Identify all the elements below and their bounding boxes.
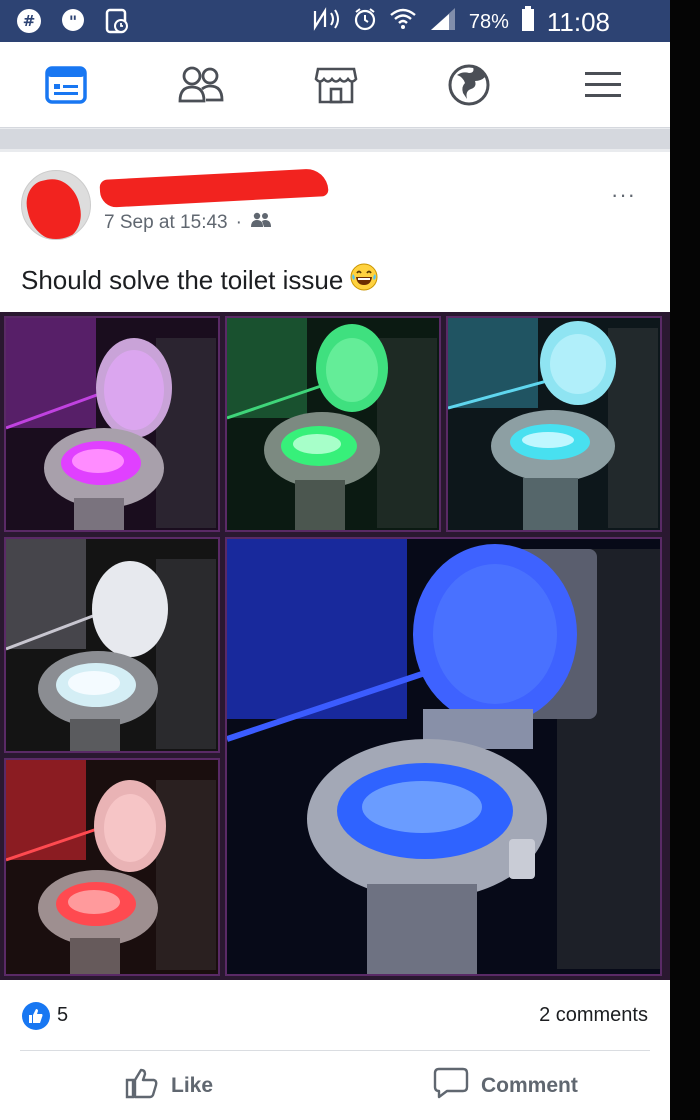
facebook-app: # " 78% 11:08 7 Sep at 15:43 · ··· Shoul… [0, 0, 670, 1120]
signal-icon [429, 6, 457, 38]
author-name-redacted[interactable] [99, 168, 329, 208]
alarm-icon [353, 7, 377, 37]
reaction-stats: 5 2 comments [0, 992, 670, 1042]
screen-edge [670, 0, 700, 1120]
status-bar: # " 78% 11:08 [0, 0, 670, 42]
avatar[interactable] [21, 170, 91, 240]
photo-white-toilet[interactable] [4, 537, 220, 753]
svg-text:": " [69, 12, 77, 31]
post-message: Should solve the toilet issue [21, 265, 344, 295]
photo-purple-toilet[interactable] [4, 316, 220, 532]
marketplace-icon[interactable] [313, 62, 359, 108]
comments-count[interactable]: 2 comments [539, 1004, 648, 1027]
top-navigation [0, 42, 670, 128]
battery-percent: 78% [468, 10, 509, 33]
wifi-icon [389, 7, 417, 37]
post-meta: 7 Sep at 15:43 · [104, 212, 272, 234]
nfc-icon [311, 7, 341, 37]
audience-friends-icon[interactable] [250, 212, 272, 234]
redaction-mark [22, 174, 86, 239]
like-reaction-icon[interactable] [22, 1002, 50, 1030]
actions-divider [20, 1050, 650, 1051]
post-text: Should solve the toilet issue [21, 262, 379, 299]
clock: 11:08 [546, 6, 610, 37]
thumbs-up-icon [125, 1067, 159, 1105]
feed-post: 7 Sep at 15:43 · ··· Should solve the to… [0, 152, 670, 1120]
photo-collage[interactable] [0, 312, 670, 980]
photo-red-toilet[interactable] [4, 758, 220, 976]
photo-cyan-toilet[interactable] [446, 316, 662, 532]
like-count[interactable]: 5 [57, 1004, 68, 1027]
comment-button[interactable]: Comment [433, 1067, 578, 1105]
hashtag-notification-icon: # [16, 8, 42, 34]
post-options-button[interactable]: ··· [611, 182, 636, 208]
photo-blue-toilet[interactable] [225, 537, 662, 976]
laughing-emoji-icon [349, 262, 379, 299]
news-feed-icon[interactable] [43, 62, 89, 108]
comment-bubble-icon [433, 1067, 469, 1105]
photo-green-toilet[interactable] [225, 316, 441, 532]
globe-notifications-icon[interactable] [446, 62, 492, 108]
phone-notification-icon [104, 8, 130, 34]
post-timestamp[interactable]: 7 Sep at 15:43 [104, 212, 228, 234]
feed-separator [0, 129, 670, 149]
quote-notification-icon: " [60, 8, 86, 34]
friends-icon[interactable] [178, 62, 224, 108]
post-actions: Like Comment [0, 1057, 670, 1117]
like-button[interactable]: Like [125, 1067, 213, 1105]
comment-label: Comment [481, 1074, 578, 1097]
battery-icon [521, 6, 535, 38]
meta-separator: · [235, 212, 242, 233]
menu-icon[interactable] [580, 62, 626, 108]
svg-text:#: # [23, 12, 36, 30]
like-label: Like [171, 1074, 214, 1097]
